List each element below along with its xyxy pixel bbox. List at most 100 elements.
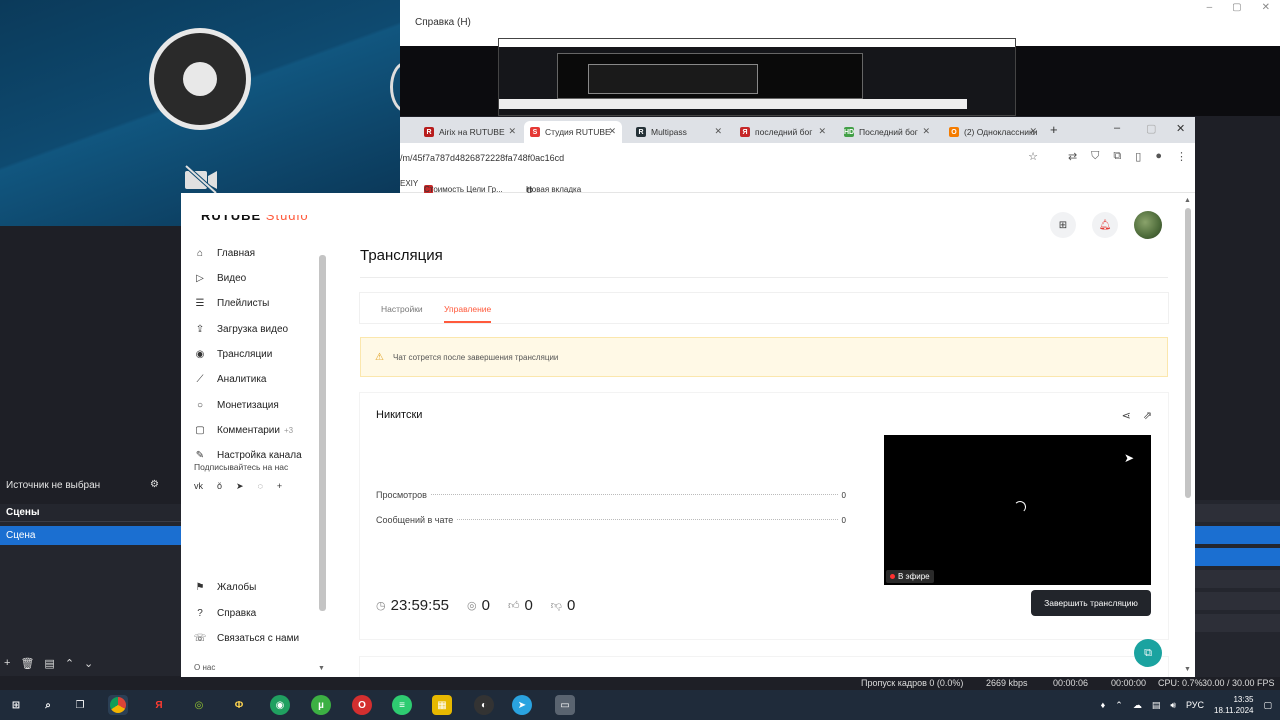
chrome-icon[interactable] xyxy=(108,695,128,715)
extensions-icon[interactable]: ⧉ xyxy=(1113,150,1121,163)
translate-icon[interactable]: ⇄ xyxy=(1068,150,1077,163)
scene-item[interactable]: Сцена xyxy=(0,526,181,545)
close-icon[interactable]: ✕ xyxy=(1262,2,1270,13)
sidebar-scrollbar[interactable] xyxy=(319,255,326,611)
close-tab-icon[interactable]: ✕ xyxy=(608,126,616,137)
utorrent-icon[interactable]: µ xyxy=(311,695,331,715)
obs-icon[interactable]: ◐ xyxy=(474,695,494,715)
shield-icon[interactable]: ⛉ xyxy=(1091,150,1099,163)
close-tab-icon[interactable]: ✕ xyxy=(818,126,826,137)
app-icon[interactable]: ≡ xyxy=(392,695,412,715)
telegram-icon[interactable]: ➤ xyxy=(236,481,244,492)
yandex-icon[interactable]: Я xyxy=(149,695,169,715)
ok-icon[interactable]: ǒ xyxy=(217,481,222,492)
sidebar-item-video[interactable]: ▷ Видео xyxy=(193,269,246,287)
cloud-icon[interactable]: ☁ xyxy=(1133,700,1142,711)
chevron-up-icon[interactable]: ⌃ xyxy=(1115,700,1123,711)
start-recording-button[interactable] xyxy=(1195,548,1280,566)
sidebar-item-upload[interactable]: ⇪ Загрузка видео xyxy=(193,320,288,338)
minimize-icon[interactable]: – xyxy=(1114,122,1120,134)
star-icon[interactable]: ☆ xyxy=(1028,150,1038,163)
browser-tab[interactable]: О (2) Одноклассники ✕ xyxy=(943,121,1043,143)
sidepanel-icon[interactable]: ▯ xyxy=(1135,150,1141,163)
app-icon[interactable]: ▦ xyxy=(432,695,452,715)
browser-tab[interactable]: Я последний бог ✕ xyxy=(734,121,832,143)
browser-tab[interactable]: HD Последний бог ✕ xyxy=(838,121,936,143)
tray-icon[interactable]: ♦ xyxy=(1101,700,1106,710)
close-tab-icon[interactable]: ✕ xyxy=(714,126,722,137)
brand-logo[interactable]: RUTUBE Studio xyxy=(201,215,309,223)
arrow-up-icon[interactable]: ⌃ xyxy=(65,657,74,670)
about-link[interactable]: О нас xyxy=(194,663,215,672)
trash-icon[interactable]: 🗑 xyxy=(20,657,34,670)
page-scrollbar[interactable] xyxy=(1185,208,1191,498)
stream-preview-player[interactable]: В эфире ➤ xyxy=(884,435,1151,585)
app-icon[interactable]: ◉ xyxy=(270,695,290,715)
scroll-down-icon[interactable]: ▼ xyxy=(318,665,325,672)
app-icon[interactable]: ◎ xyxy=(189,695,209,715)
network-icon[interactable]: ▤ xyxy=(1152,700,1161,711)
add-icon[interactable]: + xyxy=(4,657,10,670)
scroll-up-icon[interactable]: ▲ xyxy=(1184,197,1191,204)
sidebar-item-broadcasts[interactable]: ◉ Трансляции xyxy=(193,345,273,363)
app-icon[interactable]: ▭ xyxy=(555,695,575,715)
stat-views: Просмотров 0 xyxy=(376,490,846,500)
search-icon[interactable]: ⌕ xyxy=(38,695,58,715)
address-bar[interactable]: /m/45f7a787d4826872228fa748f0ac16cd ☆ ⇄ … xyxy=(400,143,1195,173)
close-tab-icon[interactable]: ✕ xyxy=(508,126,516,137)
sidebar-item-home[interactable]: ⌂ Главная xyxy=(193,244,255,262)
maximize-icon[interactable]: ▢ xyxy=(1232,2,1241,13)
sidebar-item-playlists[interactable]: ☰ Плейлисты xyxy=(193,294,270,312)
url-text[interactable]: /m/45f7a787d4826872228fa748f0ac16cd xyxy=(400,153,564,163)
close-tab-icon[interactable]: ✕ xyxy=(922,126,930,137)
settings-button[interactable] xyxy=(1195,570,1280,588)
close-tab-icon[interactable]: ✕ xyxy=(1029,126,1037,137)
new-tab-icon[interactable]: + xyxy=(1050,122,1058,137)
browser-tab-active[interactable]: S Студия RUTUBE ✕ xyxy=(524,121,622,143)
create-button[interactable]: ⊞ xyxy=(1050,212,1076,238)
cpu-usage: CPU: 0.7% xyxy=(1158,678,1203,688)
sidebar-item-monetization[interactable]: ○ Монетизация xyxy=(193,396,279,414)
profile-icon[interactable]: ● xyxy=(1155,150,1162,163)
notifications-icon[interactable]: ▢ xyxy=(1263,700,1272,711)
obs-menu-help[interactable]: Справка (H) xyxy=(415,17,471,28)
notifications-button[interactable]: 🔔︎ xyxy=(1092,212,1118,238)
app-icon[interactable]: Ф xyxy=(229,695,249,715)
filter-icon[interactable]: ▤ xyxy=(44,657,54,670)
gear-icon[interactable]: ⚙ xyxy=(150,479,159,490)
menu-icon[interactable]: ⋮ xyxy=(1176,150,1187,163)
end-stream-button[interactable]: Завершить трансляцию xyxy=(1031,590,1151,616)
browser-tab[interactable]: R Multipass ✕ xyxy=(630,121,728,143)
system-tray: ♦ ⌃ ☁ ▤ 🔊︎ РУС 13:35 18.11.2024 ▢ xyxy=(1101,694,1272,716)
avatar[interactable] xyxy=(1134,211,1162,239)
whatsapp-icon[interactable]: ◌ xyxy=(258,481,263,492)
close-icon[interactable]: ✕ xyxy=(1176,122,1185,135)
chat-button[interactable]: ⧉ xyxy=(1134,639,1162,667)
maximize-icon[interactable]: ▢ xyxy=(1146,122,1156,135)
bookmarks-bar: EXIY Стоимость Цели Гр... ◍ Новая вкладка xyxy=(400,173,1195,194)
task-view-icon[interactable]: ❐ xyxy=(70,695,90,715)
opera-icon[interactable]: O xyxy=(352,695,372,715)
language-indicator[interactable]: РУС xyxy=(1186,700,1204,710)
windows-start-icon[interactable]: ⊞ xyxy=(6,695,26,715)
minimize-icon[interactable]: – xyxy=(1207,2,1213,13)
tab-settings[interactable]: Настройки xyxy=(381,304,423,314)
browser-tab[interactable]: R Airix на RUTUBE ✕ xyxy=(418,121,522,143)
sidebar-item-help[interactable]: ? Справка xyxy=(193,604,256,622)
share-icon[interactable]: ⋖ xyxy=(1122,409,1131,422)
tab-management[interactable]: Управление xyxy=(444,304,492,323)
scroll-down-icon[interactable]: ▼ xyxy=(1184,666,1191,673)
sidebar-item-contact[interactable]: ☏ Связаться с нами xyxy=(193,629,299,647)
more-socials-icon[interactable]: + xyxy=(277,481,282,492)
clock[interactable]: 13:35 18.11.2024 xyxy=(1214,694,1253,716)
arrow-down-icon[interactable]: ⌄ xyxy=(84,657,93,670)
external-link-icon[interactable]: ⇗ xyxy=(1143,409,1152,422)
sidebar-item-comments[interactable]: ▢ Комментарии +3 xyxy=(193,421,293,439)
volume-icon[interactable]: 🔊︎ xyxy=(1170,700,1176,711)
telegram-icon[interactable]: ➤ xyxy=(512,695,532,715)
sidebar-item-complaints[interactable]: ⚑ Жалобы xyxy=(193,578,257,596)
vk-icon[interactable]: vk xyxy=(194,481,203,492)
bookmark[interactable]: EXIY xyxy=(400,179,418,188)
sidebar-item-analytics[interactable]: ⟋ Аналитика xyxy=(193,370,267,388)
start-streaming-button[interactable] xyxy=(1195,526,1280,544)
